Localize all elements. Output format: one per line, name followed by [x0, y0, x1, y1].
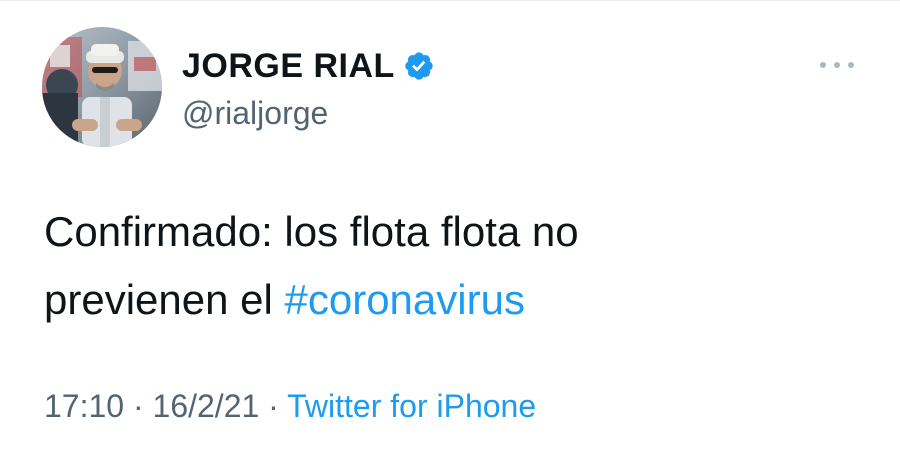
tweet-metadata: 17:10 · 16/2/21 · Twitter for iPhone: [44, 384, 536, 428]
user-handle[interactable]: @rialjorge: [182, 93, 435, 133]
more-dot: [820, 62, 826, 68]
meta-separator: ·: [124, 388, 153, 424]
tweet-source-link[interactable]: Twitter for iPhone: [287, 388, 536, 424]
verified-badge-icon: [403, 50, 435, 82]
top-divider: [0, 0, 900, 1]
profile-photo-icon: [42, 27, 162, 147]
more-dot: [834, 62, 840, 68]
hashtag-link[interactable]: #coronavirus: [285, 276, 525, 323]
tweet-text-line-1: Confirmado: los flota flota no: [44, 208, 579, 255]
name-row: JORGE RIAL: [182, 44, 435, 88]
meta-separator: ·: [259, 388, 288, 424]
tweet-text-line-2: previenen el #coronavirus: [44, 266, 864, 334]
more-options-icon[interactable]: [820, 55, 854, 75]
tweet-date[interactable]: 16/2/21: [153, 388, 260, 424]
more-dot: [848, 62, 854, 68]
tweet-text: Confirmado: los flota flota no previenen…: [44, 198, 864, 334]
author-block: JORGE RIAL @rialjorge: [182, 44, 435, 133]
tweet-card: JORGE RIAL @rialjorge Confirmado: los fl…: [0, 0, 900, 451]
display-name[interactable]: JORGE RIAL: [182, 44, 395, 88]
avatar[interactable]: [42, 27, 162, 147]
tweet-time[interactable]: 17:10: [44, 388, 124, 424]
tweet-text-prefix: previenen el: [44, 276, 285, 323]
